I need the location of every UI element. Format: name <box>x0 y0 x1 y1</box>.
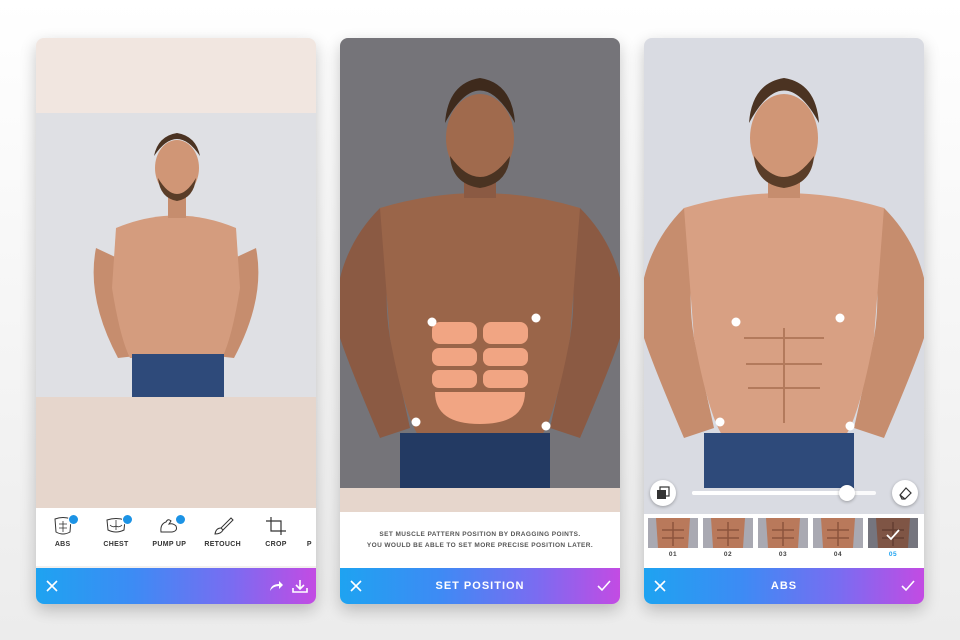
eraser-button[interactable] <box>892 480 918 506</box>
close-icon <box>654 580 666 592</box>
thumb-label: 03 <box>778 551 788 558</box>
close-icon <box>46 580 58 592</box>
screen-abs-result: 01 02 03 04 05 ABS <box>644 38 924 604</box>
abs-thumbnail <box>813 518 863 548</box>
abs-style-strip: 01 02 03 04 05 <box>644 514 924 568</box>
bottom-action-bar: ABS <box>644 568 924 604</box>
premium-badge <box>121 514 133 525</box>
compare-icon <box>657 486 670 499</box>
tool-label: ABS <box>54 541 71 548</box>
screen-editor-tools: ABS CHEST PUMP UP RETOUCH CROP P <box>36 38 316 604</box>
abs-thumbnail <box>758 518 808 548</box>
checkmark-icon <box>597 580 611 592</box>
checkmark-icon <box>901 580 915 592</box>
tool-label: CHEST <box>103 541 129 548</box>
premium-badge <box>68 514 80 525</box>
intensity-slider-row <box>644 476 924 512</box>
redo-icon <box>270 581 283 591</box>
drag-point[interactable] <box>835 313 845 323</box>
compare-button[interactable] <box>650 480 676 506</box>
close-icon <box>350 580 362 592</box>
drag-point[interactable] <box>427 317 437 327</box>
photo-canvas <box>36 38 316 508</box>
photo-canvas <box>340 38 620 512</box>
checkmark-icon <box>886 529 900 541</box>
confirm-button[interactable] <box>594 576 614 596</box>
bottom-action-bar: SET POSITION <box>340 568 620 604</box>
tool-label: RETOUCH <box>204 541 241 548</box>
abs-style-thumb[interactable]: 05 <box>868 514 918 568</box>
redo-button[interactable] <box>266 576 286 596</box>
instruction-panel: SET MUSCLE PATTERN POSITION BY DRAGGING … <box>340 512 620 568</box>
tool-pump-up[interactable]: PUMP UP <box>143 508 196 566</box>
brush-icon <box>214 517 234 535</box>
abs-style-thumb[interactable]: 04 <box>813 514 863 568</box>
tool-label: PUMP UP <box>152 541 187 548</box>
close-button[interactable] <box>650 576 670 596</box>
tool-chest[interactable]: CHEST <box>89 508 142 566</box>
tool-row: ABS CHEST PUMP UP RETOUCH CROP P <box>36 508 316 566</box>
tool-retouch[interactable]: RETOUCH <box>196 508 249 566</box>
abs-thumbnail <box>703 518 753 548</box>
drag-point[interactable] <box>541 421 551 431</box>
tool-abs[interactable]: ABS <box>36 508 89 566</box>
abs-style-thumb[interactable]: 01 <box>648 514 698 568</box>
bottom-action-bar <box>36 568 316 604</box>
download-button[interactable] <box>290 576 310 596</box>
selected-overlay <box>868 518 918 548</box>
bar-title: SET POSITION <box>435 580 525 592</box>
thumb-label: 04 <box>833 551 843 558</box>
abs-style-thumb[interactable]: 02 <box>703 514 753 568</box>
tool-partial[interactable]: P <box>303 508 316 566</box>
instruction-text: SET MUSCLE PATTERN POSITION BY DRAGGING … <box>379 531 581 538</box>
abs-thumbnail <box>648 518 698 548</box>
close-button[interactable] <box>346 576 366 596</box>
abs-style-thumb[interactable]: 03 <box>758 514 808 568</box>
bar-title: ABS <box>770 580 798 592</box>
slider-knob[interactable] <box>838 485 855 501</box>
thumb-label: 05 <box>888 551 898 558</box>
drag-point[interactable] <box>531 313 541 323</box>
confirm-button[interactable] <box>898 576 918 596</box>
thumb-label: 01 <box>668 551 678 558</box>
premium-badge <box>174 514 186 525</box>
drag-point[interactable] <box>731 317 741 327</box>
photo-canvas <box>644 38 924 514</box>
tool-crop[interactable]: CROP <box>249 508 302 566</box>
crop-icon <box>265 517 286 535</box>
eraser-icon <box>899 487 912 500</box>
close-button[interactable] <box>42 576 62 596</box>
tool-label: CROP <box>265 541 287 548</box>
instruction-text: YOU WOULD BE ABLE TO SET MORE PRECISE PO… <box>366 542 594 549</box>
tool-label: P <box>306 541 312 548</box>
drag-point[interactable] <box>715 417 725 427</box>
drag-point[interactable] <box>845 421 855 431</box>
thumb-label: 02 <box>723 551 733 558</box>
download-icon <box>292 580 308 593</box>
slider-fill <box>692 491 847 495</box>
screen-set-position: SET MUSCLE PATTERN POSITION BY DRAGGING … <box>340 38 620 604</box>
drag-point[interactable] <box>411 417 421 427</box>
intensity-slider[interactable] <box>692 485 876 501</box>
